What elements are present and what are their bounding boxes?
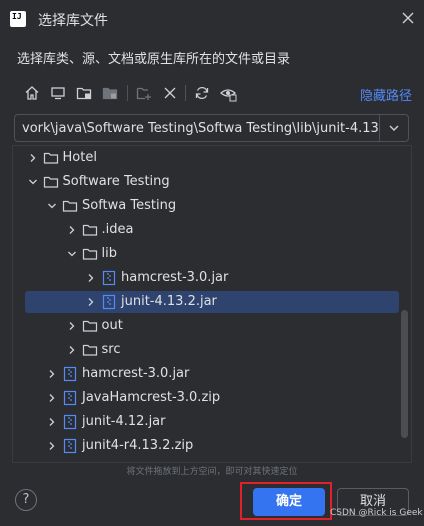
- tree-row-label: hamcrest-3.0.jar: [121, 270, 229, 285]
- watermark: CSDN @Rick is Geek: [330, 508, 423, 518]
- tree-row[interactable]: junit4-r4.13.2.zip: [13, 435, 411, 457]
- dialog-description: 选择库类、源、文档或原生库所在的文件或目录: [17, 52, 291, 67]
- tree-row-label: src: [101, 342, 121, 357]
- path-history-dropdown[interactable]: [379, 114, 409, 142]
- chevron-right-icon[interactable]: [66, 344, 78, 356]
- chevron-right-icon[interactable]: [46, 392, 58, 404]
- path-value: vork\java\Software Testing\Softwa Testin…: [22, 121, 380, 136]
- show-hidden-icon[interactable]: [219, 84, 237, 102]
- folder-icon: [43, 150, 59, 166]
- chevron-right-icon[interactable]: [66, 320, 78, 332]
- module-folder-icon[interactable]: [101, 84, 119, 102]
- tree-row[interactable]: Software Testing: [13, 171, 411, 193]
- file-tree[interactable]: Hotel Software Testing Softwa Testing .idea…: [12, 145, 412, 463]
- archive-icon: [62, 414, 78, 430]
- tree-row-label: junit-4.12.jar: [82, 414, 166, 429]
- tree-row-label: .idea: [101, 222, 134, 237]
- new-folder-icon[interactable]: [135, 84, 153, 102]
- home-icon[interactable]: [23, 84, 41, 102]
- toolbar-divider: [127, 85, 128, 101]
- chevron-right-icon[interactable]: [46, 440, 58, 452]
- intellij-app-icon: IJ: [10, 11, 26, 27]
- tree-row-label: junit-4.13.2.jar: [121, 294, 217, 309]
- tree-row[interactable]: Hotel: [13, 147, 411, 169]
- tree-row-label: out: [101, 318, 123, 333]
- tree-row[interactable]: junit-4.12.jar: [13, 411, 411, 433]
- archive-icon: [101, 294, 117, 310]
- close-icon[interactable]: [400, 10, 416, 26]
- chevron-right-icon[interactable]: [85, 296, 97, 308]
- tree-row-label: Software Testing: [62, 174, 170, 189]
- tree-row-selected[interactable]: junit-4.13.2.jar: [13, 291, 411, 313]
- hide-path-link[interactable]: 隐藏路径: [360, 85, 412, 104]
- tree-scrollbar[interactable]: [401, 310, 408, 438]
- title-bar: IJ 选择库文件: [0, 0, 424, 38]
- chevron-down-icon[interactable]: [66, 248, 78, 260]
- chevron-right-icon[interactable]: [46, 416, 58, 428]
- help-button[interactable]: ?: [15, 489, 37, 511]
- chevron-down-icon[interactable]: [46, 200, 58, 212]
- chevron-down-icon[interactable]: [27, 176, 39, 188]
- tree-row[interactable]: .idea: [13, 219, 411, 241]
- tree-row[interactable]: JavaHamcrest-3.0.zip: [13, 387, 411, 409]
- refresh-icon[interactable]: [193, 84, 211, 102]
- tree-row[interactable]: hamcrest-3.0.jar: [13, 363, 411, 385]
- toolbar-divider: [185, 85, 186, 101]
- path-input[interactable]: vork\java\Software Testing\Softwa Testin…: [14, 114, 380, 142]
- chevron-right-icon[interactable]: [46, 368, 58, 380]
- tree-row-label: Hotel: [62, 150, 97, 165]
- folder-icon: [62, 198, 78, 214]
- tree-row[interactable]: hamcrest-3.0.jar: [13, 267, 411, 289]
- ok-button[interactable]: 确定: [253, 488, 325, 516]
- tree-row-label: hamcrest-3.0.jar: [82, 366, 190, 381]
- drag-drop-hint: 将文件拖放到上方空间，即可对其快速定位: [126, 467, 298, 477]
- tree-row-label: Softwa Testing: [82, 198, 177, 213]
- folder-icon: [82, 222, 98, 238]
- delete-icon[interactable]: [161, 84, 179, 102]
- toolbar: 隐藏路径: [17, 82, 412, 104]
- tree-row-label: lib: [101, 246, 117, 261]
- folder-icon: [82, 342, 98, 358]
- tree-row[interactable]: src: [13, 339, 411, 361]
- folder-icon: [82, 318, 98, 334]
- tree-row-label: junit4-r4.13.2.zip: [82, 438, 194, 453]
- archive-icon: [101, 270, 117, 286]
- chevron-right-icon[interactable]: [27, 152, 39, 164]
- project-folder-icon[interactable]: [75, 84, 93, 102]
- desktop-icon[interactable]: [49, 84, 67, 102]
- chevron-down-icon: [389, 125, 399, 131]
- archive-icon: [62, 390, 78, 406]
- tree-row-label: JavaHamcrest-3.0.zip: [82, 390, 221, 405]
- tree-row[interactable]: lib: [13, 243, 411, 265]
- archive-icon: [62, 366, 78, 382]
- tree-row[interactable]: Softwa Testing: [13, 195, 411, 217]
- dialog-title: 选择库文件: [38, 13, 108, 29]
- folder-icon: [43, 174, 59, 190]
- archive-icon: [62, 438, 78, 454]
- tree-row[interactable]: out: [13, 315, 411, 337]
- folder-icon: [82, 246, 98, 262]
- chevron-right-icon[interactable]: [66, 224, 78, 236]
- chevron-right-icon[interactable]: [85, 272, 97, 284]
